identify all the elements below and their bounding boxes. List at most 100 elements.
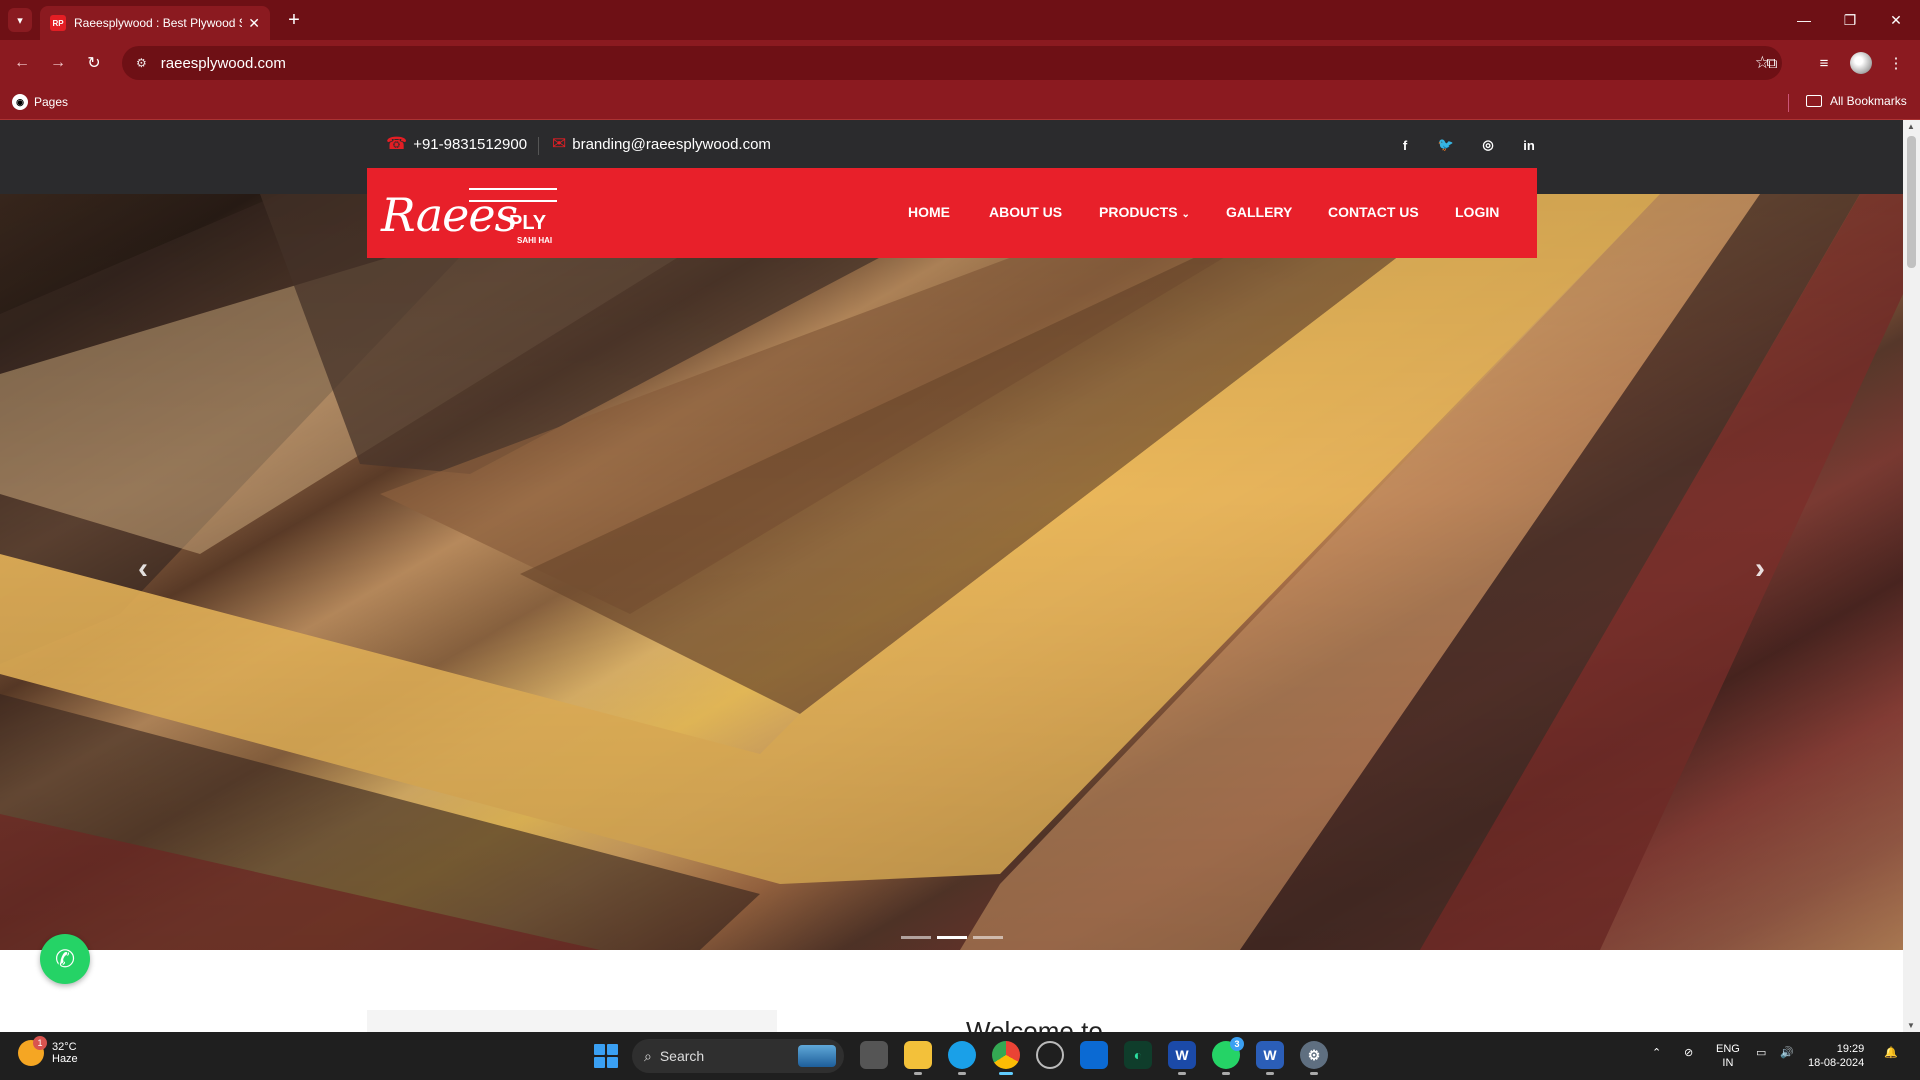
reload-icon[interactable]: ↻ <box>82 51 106 75</box>
nav-about-us[interactable]: ABOUT US <box>989 204 1062 220</box>
edge-icon[interactable] <box>948 1041 976 1075</box>
site-info-icon[interactable]: ⚙ <box>136 56 147 70</box>
windows-taskbar: 1 32°C Haze ⌕ Search ◐ W 3 W ⚙ ⌃ ⊘ ENG I… <box>0 1032 1920 1080</box>
phone-icon: ☎ <box>386 134 408 153</box>
bookmark-pages[interactable]: ◉ Pages <box>12 94 68 110</box>
hero-carousel-slide <box>0 194 1903 950</box>
language-indicator[interactable]: ENG IN <box>1716 1042 1740 1070</box>
language-region: IN <box>1722 1057 1734 1069</box>
chrome-icon[interactable] <box>992 1041 1020 1075</box>
weather-widget[interactable]: 1 32°C Haze <box>18 1036 78 1066</box>
raees-ply-logo[interactable]: Raees PLY SAHI HAI <box>381 180 561 248</box>
nav-home[interactable]: HOME <box>908 204 950 220</box>
all-bookmarks[interactable]: All Bookmarks <box>1806 94 1907 108</box>
page-scrollbar[interactable]: ▲ ▼ <box>1903 120 1920 1032</box>
whatsapp-app-icon[interactable]: 3 <box>1212 1037 1244 1075</box>
email-address: branding@raeesplywood.com <box>572 135 771 153</box>
bookmark-pages-label: Pages <box>34 95 69 109</box>
linkedin-icon[interactable]: in <box>1516 134 1542 156</box>
logo-brand-text: Raees <box>381 188 518 242</box>
language-code: ENG <box>1716 1043 1740 1055</box>
restore-icon[interactable]: ❐ <box>1830 8 1870 32</box>
search-highlight-image <box>798 1045 836 1067</box>
nav-contact-us[interactable]: CONTACT US <box>1328 204 1419 220</box>
twitter-icon[interactable]: 🐦 <box>1433 134 1459 156</box>
email-contact[interactable]: ✉ branding@raeesplywood.com <box>552 134 771 154</box>
nav-products-label: PRODUCTS <box>1099 204 1178 220</box>
browser-tab-bar: ▾ RP Raeesplywood : Best Plywood S ✕ + —… <box>0 0 1920 40</box>
search-placeholder: Search <box>659 1048 705 1064</box>
back-icon[interactable]: ← <box>10 51 34 75</box>
instagram-icon[interactable]: ◎ <box>1475 134 1501 156</box>
browser-toolbar: ← → ↻ ⚙ raeesplywood.com ☆ ⧉ ≡ ⋮ <box>0 40 1920 86</box>
site-favicon-icon: RP <box>50 15 66 31</box>
taskbar-search[interactable]: ⌕ Search <box>632 1039 844 1073</box>
tab-list-icon[interactable]: ▾ <box>8 8 32 32</box>
nav-products[interactable]: PRODUCTS ⌄ <box>1099 204 1190 220</box>
clock[interactable]: 19:29 18-08-2024 <box>1808 1042 1864 1070</box>
facebook-icon[interactable]: f <box>1392 134 1418 156</box>
nav-gallery[interactable]: GALLERY <box>1226 204 1292 220</box>
folder-icon <box>1806 95 1822 107</box>
bookmarks-bar: ◉ Pages All Bookmarks <box>0 86 1920 120</box>
whatsapp-badge: 3 <box>1230 1037 1244 1051</box>
media-icon[interactable]: ≡ <box>1812 51 1836 75</box>
new-tab-icon[interactable]: + <box>282 8 306 32</box>
weather-temp: 32°C <box>52 1041 77 1053</box>
carousel-indicator[interactable] <box>901 936 931 939</box>
page-viewport: ☎ +91-9831512900 ✉ branding@raeesplywood… <box>0 120 1903 1032</box>
clock-time: 19:29 <box>1836 1043 1865 1055</box>
nav-login[interactable]: LOGIN <box>1455 204 1499 220</box>
volume-icon[interactable]: 🔊 <box>1780 1046 1794 1060</box>
close-window-icon[interactable]: ✕ <box>1876 8 1916 32</box>
carousel-next-icon[interactable]: › <box>1745 552 1775 585</box>
word-icon[interactable]: W <box>1256 1041 1284 1075</box>
weather-desc: Haze <box>52 1053 78 1065</box>
phone-number: +91-9831512900 <box>413 135 528 153</box>
bookmarks-divider <box>1788 94 1789 112</box>
weather-badge: 1 <box>33 1036 47 1050</box>
phone-contact[interactable]: ☎ +91-9831512900 <box>386 134 527 154</box>
store-icon[interactable] <box>1080 1041 1108 1069</box>
scrollbar-thumb[interactable] <box>1907 136 1916 268</box>
address-bar[interactable]: ⚙ raeesplywood.com ☆ <box>122 46 1782 80</box>
whatsapp-chat-icon[interactable]: ✆ <box>40 934 90 984</box>
carousel-indicator[interactable] <box>973 936 1003 939</box>
weather-sun-icon: 1 <box>18 1036 47 1066</box>
browser-tab-active[interactable]: RP Raeesplywood : Best Plywood S ✕ <box>40 6 270 40</box>
chevron-down-icon: ⌄ <box>1181 209 1190 220</box>
network-off-icon[interactable]: ⊘ <box>1684 1046 1693 1060</box>
webex-icon[interactable]: W <box>1168 1041 1196 1075</box>
tab-title: Raeesplywood : Best Plywood S <box>74 16 243 30</box>
task-view-icon[interactable] <box>860 1041 888 1069</box>
windows-start-icon[interactable] <box>594 1044 618 1068</box>
profile-avatar[interactable] <box>1850 52 1872 74</box>
logo-tagline: SAHI HAI <box>517 236 553 245</box>
scroll-up-icon[interactable]: ▲ <box>1907 122 1915 131</box>
notification-bell-icon[interactable]: 🔔 <box>1884 1046 1898 1060</box>
tray-overflow-icon[interactable]: ⌃ <box>1652 1046 1661 1060</box>
welcome-image-card <box>367 1010 777 1032</box>
display-icon[interactable]: ▭ <box>1756 1046 1766 1060</box>
main-navbar: Raees PLY SAHI HAI HOME ABOUT US PRODUCT… <box>367 168 1537 258</box>
all-bookmarks-label: All Bookmarks <box>1830 94 1907 108</box>
email-icon: ✉ <box>552 134 567 153</box>
gitkraken-icon[interactable]: ◐ <box>1124 1041 1152 1069</box>
forward-icon[interactable]: → <box>46 51 70 75</box>
menu-icon[interactable]: ⋮ <box>1884 51 1908 75</box>
scroll-down-icon[interactable]: ▼ <box>1907 1021 1915 1030</box>
carousel-prev-icon[interactable]: ‹ <box>128 552 158 585</box>
extensions-icon[interactable]: ⧉ <box>1760 51 1784 75</box>
welcome-heading: Welcome to <box>966 1016 1103 1032</box>
close-icon[interactable]: ✕ <box>248 15 260 32</box>
file-explorer-icon[interactable] <box>904 1041 932 1075</box>
contact-divider <box>538 137 539 155</box>
clock-date: 18-08-2024 <box>1808 1057 1865 1069</box>
settings-icon[interactable]: ⚙ <box>1300 1041 1328 1075</box>
github-icon: ◉ <box>12 94 28 110</box>
url-text: raeesplywood.com <box>160 54 286 72</box>
minimize-icon[interactable]: — <box>1784 8 1824 32</box>
camera-app-icon[interactable] <box>1036 1041 1064 1069</box>
search-icon: ⌕ <box>644 1047 652 1064</box>
carousel-indicator-active[interactable] <box>937 936 967 939</box>
